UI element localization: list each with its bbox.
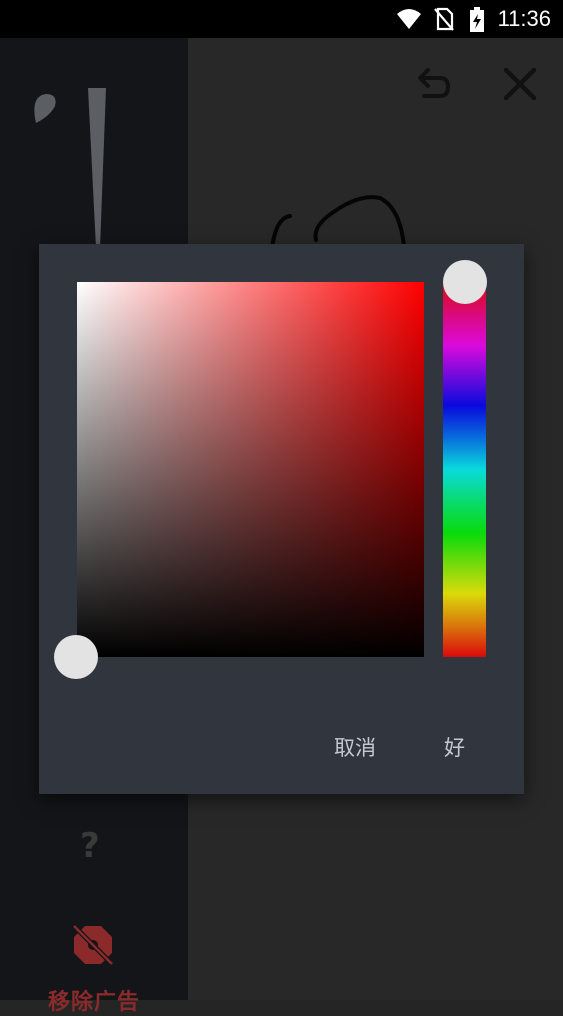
- no-ads-icon[interactable]: [70, 922, 116, 968]
- help-icon[interactable]: ?: [80, 826, 100, 866]
- clock: 11:36: [497, 6, 551, 31]
- close-icon[interactable]: [498, 62, 542, 106]
- battery-charging-icon: [470, 7, 484, 32]
- undo-icon[interactable]: [410, 62, 454, 106]
- remove-ads-label: 移除广告: [47, 990, 140, 1015]
- hue-slider[interactable]: [443, 282, 486, 657]
- no-sim-icon: [434, 7, 454, 31]
- brush-icon[interactable]: [28, 88, 113, 248]
- cancel-button[interactable]: 取消: [334, 732, 376, 762]
- wifi-icon: [397, 9, 421, 29]
- ok-button[interactable]: 好: [444, 732, 465, 762]
- hue-slider-handle[interactable]: [443, 260, 487, 304]
- color-picker-dialog: 取消 好: [39, 244, 524, 794]
- status-bar: 11:36: [0, 0, 563, 38]
- saturation-value-handle[interactable]: [54, 635, 98, 679]
- saturation-value-picker[interactable]: [77, 282, 424, 657]
